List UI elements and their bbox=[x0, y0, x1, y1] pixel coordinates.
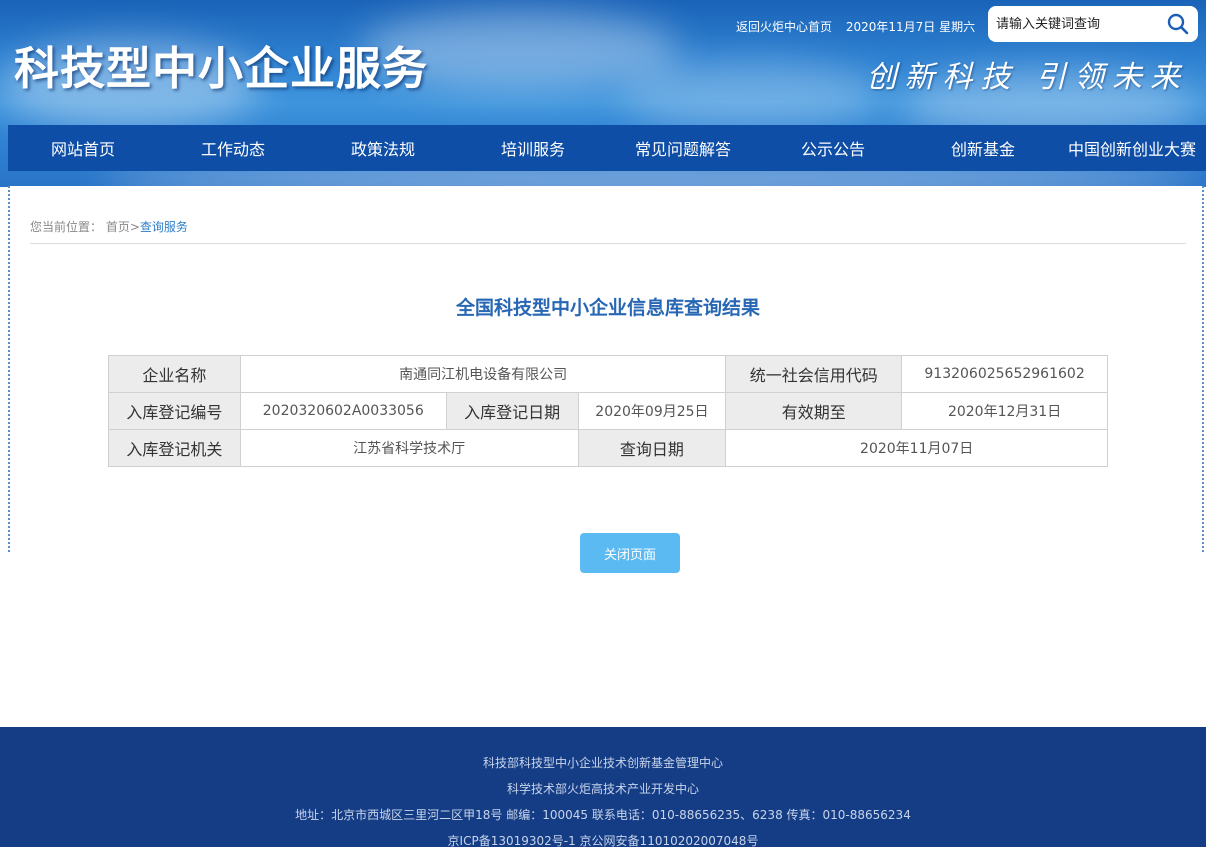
nav-item-training[interactable]: 培训服务 bbox=[458, 136, 608, 160]
footer: 科技部科技型中小企业技术创新基金管理中心 科学技术部火炬高技术产业开发中心 地址… bbox=[0, 727, 1206, 847]
result-table: 企业名称 南通同江机电设备有限公司 统一社会信用代码 9132060256529… bbox=[108, 355, 1108, 467]
footer-line-1: 科技部科技型中小企业技术创新基金管理中心 bbox=[482, 756, 723, 770]
nav-item-innovation-fund[interactable]: 创新基金 bbox=[908, 136, 1058, 160]
reg-date-label: 入库登记日期 bbox=[445, 392, 579, 430]
top-links: 返回火炬中心首页 2020年11月7日 星期六 bbox=[736, 18, 975, 35]
result-title: 全国科技型中小企业信息库查询结果 bbox=[455, 297, 760, 319]
credit-code-label: 统一社会信用代码 bbox=[725, 355, 903, 393]
valid-until-value: 2020年12月31日 bbox=[901, 392, 1108, 430]
nav-item-announcements[interactable]: 公示公告 bbox=[758, 136, 908, 160]
breadcrumb-prefix: 您当前位置： bbox=[30, 220, 103, 234]
nav-item-competition[interactable]: 中国创新创业大赛 bbox=[1058, 136, 1206, 160]
divider bbox=[30, 243, 1186, 244]
query-date-value: 2020年11月07日 bbox=[725, 429, 1108, 467]
slogan: 创新科技 引领未来 bbox=[866, 60, 1188, 95]
breadcrumb-current[interactable]: 查询服务 bbox=[140, 220, 188, 234]
company-name-label: 企业名称 bbox=[108, 355, 241, 393]
breadcrumb-home-link[interactable]: 首页 bbox=[106, 220, 130, 234]
search-icon[interactable] bbox=[1166, 12, 1190, 36]
reg-authority-label: 入库登记机关 bbox=[108, 429, 241, 467]
nav-item-work-news[interactable]: 工作动态 bbox=[158, 136, 308, 160]
main-nav: 网站首页 工作动态 政策法规 培训服务 常见问题解答 公示公告 创新基金 中国创… bbox=[8, 125, 1206, 171]
breadcrumb-separator: > bbox=[129, 220, 140, 234]
reg-date-value: 2020年09月25日 bbox=[577, 392, 727, 430]
reg-no-value: 2020320602A0033056 bbox=[239, 392, 447, 430]
nav-item-faq[interactable]: 常见问题解答 bbox=[608, 136, 758, 160]
company-name-value: 南通同江机电设备有限公司 bbox=[239, 355, 727, 393]
table-row: 入库登记编号 2020320602A0033056 入库登记日期 2020年09… bbox=[108, 392, 1108, 430]
cloud-decoration bbox=[620, 60, 880, 130]
query-date-label: 查询日期 bbox=[577, 429, 727, 467]
search-input[interactable] bbox=[996, 13, 1156, 35]
footer-line-4: 京ICP备13019302号-1 京公网安备11010202007048号 bbox=[447, 834, 759, 847]
table-row: 入库登记机关 江苏省科学技术厅 查询日期 2020年11月07日 bbox=[108, 429, 1108, 467]
table-row: 企业名称 南通同江机电设备有限公司 统一社会信用代码 9132060256529… bbox=[108, 355, 1108, 393]
search-box bbox=[988, 6, 1198, 42]
valid-until-label: 有效期至 bbox=[725, 392, 903, 430]
nav-item-policy[interactable]: 政策法规 bbox=[308, 136, 458, 160]
close-page-button[interactable]: 关闭页面 bbox=[580, 533, 680, 573]
site-title: 科技型中小企业服务 bbox=[14, 42, 429, 95]
credit-code-value: 913206025652961602 bbox=[901, 355, 1108, 393]
nav-item-home[interactable]: 网站首页 bbox=[8, 136, 158, 160]
footer-line-2: 科学技术部火炬高技术产业开发中心 bbox=[506, 782, 699, 796]
footer-line-3: 地址：北京市西城区三里河二区甲18号 邮编：100045 联系电话：010-88… bbox=[295, 808, 911, 822]
reg-no-label: 入库登记编号 bbox=[108, 392, 241, 430]
breadcrumb: 您当前位置： 首页>查询服务 bbox=[30, 218, 188, 235]
back-home-link[interactable]: 返回火炬中心首页 bbox=[736, 20, 832, 34]
reg-authority-value: 江苏省科学技术厅 bbox=[239, 429, 579, 467]
date-text: 2020年11月7日 星期六 bbox=[845, 20, 976, 34]
